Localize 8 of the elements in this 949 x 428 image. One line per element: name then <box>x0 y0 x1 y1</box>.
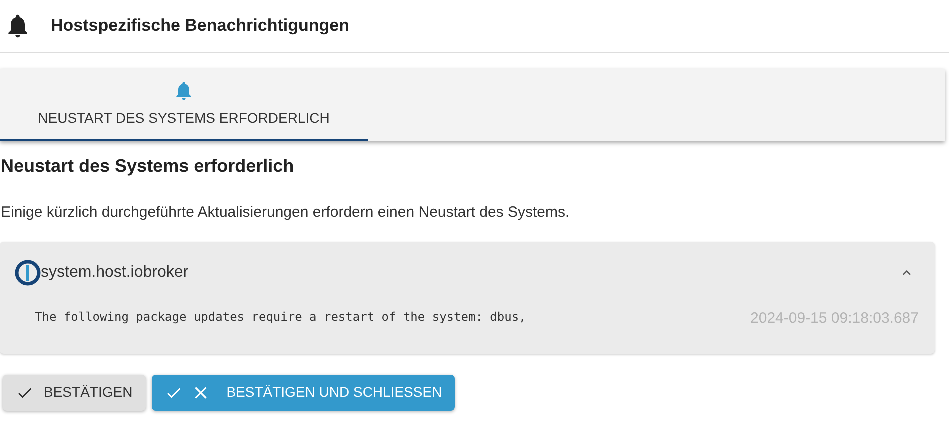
timestamp: 2024-09-15 09:18:03.687 <box>750 308 919 328</box>
confirm-button[interactable]: BESTÄTIGEN <box>3 374 146 410</box>
logo-icon <box>15 260 41 286</box>
host-name: system.host.iobroker <box>41 262 189 282</box>
dialog-title: Hostspezifische Benachrichtigungen <box>51 15 350 38</box>
section-description: Einige kürzlich durchgeführte Aktualisierungen erfordern einen Neustart des Systems. <box>0 203 571 223</box>
notification-message: The following package updates require a restart of the system: dbus, <box>35 308 526 326</box>
section-title: Neustart des Systems erforderlich <box>0 155 296 178</box>
